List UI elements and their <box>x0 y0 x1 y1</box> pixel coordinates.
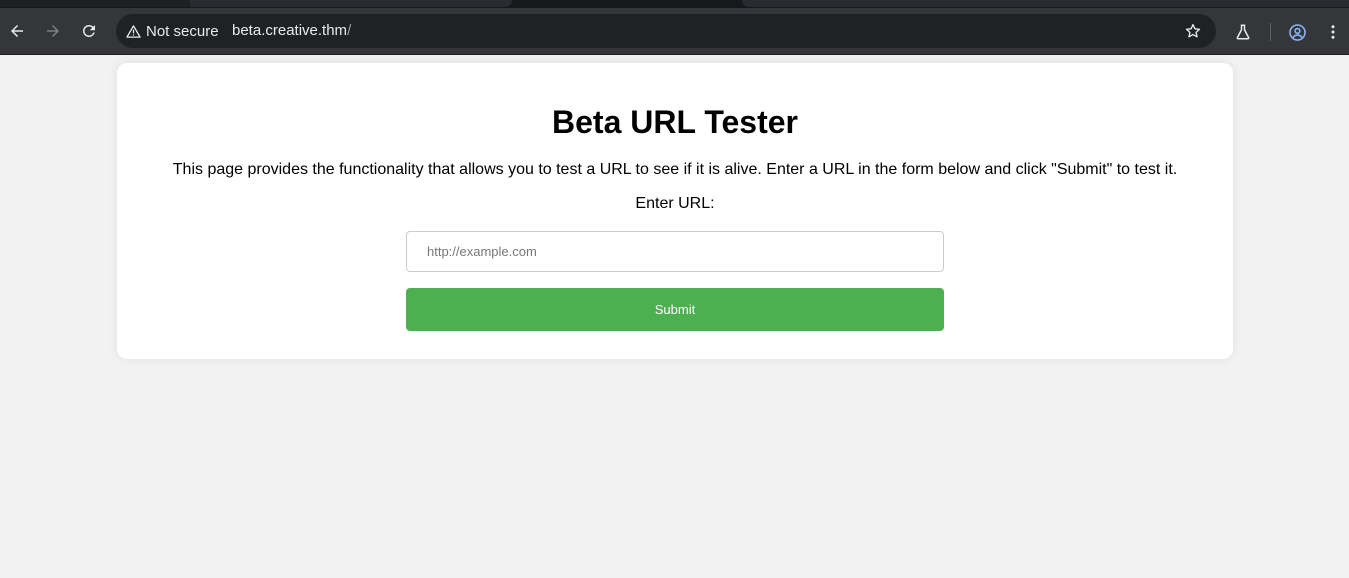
tab-left-inactive[interactable] <box>0 0 190 7</box>
profile-button[interactable] <box>1286 21 1308 43</box>
page-title: Beta URL Tester <box>552 104 798 140</box>
url-host: beta.creative.thm <box>232 22 348 39</box>
back-arrow-icon <box>11 25 23 37</box>
forward-arrow-icon <box>47 25 59 37</box>
labs-button[interactable] <box>1232 21 1254 43</box>
page-description: This page provides the functionality tha… <box>172 161 1178 178</box>
reload-icon <box>82 24 95 37</box>
bookmark-button[interactable] <box>1182 20 1204 42</box>
url-tester-card: Beta URL Tester This page provides the f… <box>117 63 1233 359</box>
toolbar-divider <box>1270 23 1271 41</box>
labs-flask-icon <box>1236 24 1250 40</box>
tab-strip <box>0 0 1349 8</box>
tab-right[interactable] <box>742 0 1349 7</box>
browser-toolbar: Not secure beta.creative.thm/ <box>0 8 1349 55</box>
back-button[interactable] <box>5 19 29 43</box>
address-bar[interactable]: Not secure beta.creative.thm/ <box>116 14 1216 48</box>
security-chip[interactable]: Not secure <box>124 20 225 42</box>
submit-button[interactable]: Submit <box>406 288 944 331</box>
url-field-label: Enter URL: <box>635 195 715 212</box>
security-label: Not secure <box>146 22 219 40</box>
url-input[interactable] <box>406 231 944 272</box>
profile-icon <box>1288 23 1306 41</box>
reload-button[interactable] <box>77 19 101 43</box>
kebab-menu-icon <box>1331 25 1335 39</box>
url-path: / <box>347 22 352 39</box>
url-text[interactable]: beta.creative.thm/ <box>232 22 351 39</box>
forward-button[interactable] <box>41 19 65 43</box>
star-icon <box>1185 23 1201 38</box>
menu-button[interactable] <box>1322 21 1344 43</box>
warning-icon <box>126 24 141 38</box>
